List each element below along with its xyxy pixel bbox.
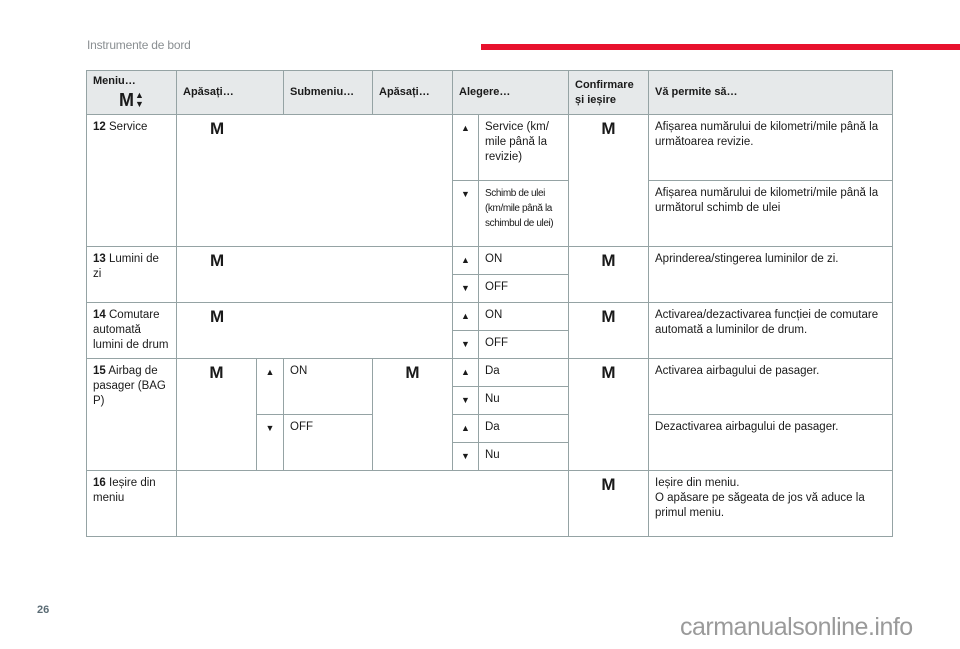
choice-text: Da [477, 414, 570, 443]
confirm-m-cell: M [568, 246, 650, 303]
m-button-icon: M [601, 363, 616, 382]
page-number: 26 [37, 604, 50, 616]
table-row: 12 Service M ▲ Service (km/ mile până la… [86, 114, 894, 247]
arrow-down-icon: ▼ [452, 180, 479, 247]
table-row: 13 Lumini de zi M ▲ ON M Aprinderea/stin… [86, 246, 894, 303]
submenu-text: OFF [283, 414, 373, 471]
press-m-cell: M [176, 246, 453, 303]
description: Aprinderea/stingerea luminilor de zi. [648, 246, 894, 303]
m-button-icon: M [210, 119, 225, 138]
header-menu: Meniu… M ▲ ▼ [86, 70, 177, 115]
confirm-m-cell: M [568, 302, 650, 359]
menu-table: Meniu… M ▲ ▼ Apăsați… Submeniu… Apăsați… … [86, 70, 894, 537]
press-m-cell: M [176, 114, 453, 247]
menu-item-daylights: 13 Lumini de zi [86, 246, 177, 303]
menu-number: 16 [93, 477, 106, 489]
press-m-cell: M [372, 358, 453, 471]
table-row: 16 Ieșire din meniu M Ieșire din meniu. … [86, 470, 894, 537]
menu-item-exit: 16 Ieșire din meniu [86, 470, 177, 537]
empty-cell [175, 470, 570, 537]
header-press-1: Apăsați… [176, 70, 284, 115]
choice-text: Da [477, 358, 570, 387]
choice-text: ON [477, 302, 570, 331]
arrow-up-icon: ▲ [452, 414, 479, 443]
choice-text: Nu [477, 386, 570, 415]
menu-item-service: 12 Service [86, 114, 177, 247]
arrow-up-icon: ▲ [452, 246, 479, 275]
m-button-icon: M [210, 307, 225, 326]
choice-text: Service (km/ mile până la revizie) [477, 114, 570, 181]
menu-number: 15 [93, 365, 106, 377]
description-line: O apăsare pe săgeata de jos vă aduce la … [655, 492, 865, 519]
arrow-up-icon: ▲ [452, 114, 479, 181]
m-button-icon: M [601, 475, 616, 494]
arrow-down-icon: ▼ [452, 330, 479, 359]
header-choice: Alegere… [451, 70, 570, 115]
description: Afișarea numărului de kilometri/mile pân… [648, 114, 894, 181]
submenu-text: ON [283, 358, 373, 415]
menu-number: 12 [93, 121, 106, 133]
press-m-cell: M [176, 358, 257, 471]
arrow-down-icon: ▼ [452, 386, 479, 415]
choice-text: OFF [477, 330, 570, 359]
m-button-icon: M [601, 119, 616, 138]
table-row: 14 Comutare automată lumini de drum M ▲ … [86, 302, 894, 359]
table-header-row: Meniu… M ▲ ▼ Apăsați… Submeniu… Apăsați… … [86, 70, 894, 115]
m-button-icon: M [210, 251, 225, 270]
table-row: 15 Airbag de pasager (BAG P) M ▲ ON M ▲ … [86, 358, 894, 471]
menu-item-passenger-airbag: 15 Airbag de pasager (BAG P) [86, 358, 177, 471]
confirm-m-cell: M [568, 358, 650, 471]
arrow-up-icon: ▲ [452, 358, 479, 387]
confirm-m-cell: M [568, 470, 650, 537]
m-button-icon: M [405, 363, 420, 382]
description: Dezactivarea airbagului de pasager. [648, 414, 894, 471]
header-allows: Vă permite să… [648, 70, 894, 115]
watermark: carmanualsonline.info [680, 613, 913, 641]
section-title: Instrumente de bord [87, 38, 191, 52]
header-submenu: Submeniu… [283, 70, 373, 115]
choice-text: Schimb de ulei (km/mile până la schimbul… [477, 180, 570, 247]
choice-text: Nu [477, 442, 570, 471]
arrow-down-icon: ▼ [135, 99, 144, 109]
m-button-icon: M [601, 307, 616, 326]
description: Activarea airbagului de pasager. [648, 358, 894, 415]
description: Afișarea numărului de kilometri/mile pân… [648, 180, 894, 247]
arrow-up-icon: ▲ [256, 358, 284, 415]
choice-text: ON [477, 246, 570, 275]
description-line: Ieșire din meniu. [655, 477, 740, 489]
menu-label: Service [109, 121, 148, 133]
header-menu-label: Meniu… [93, 75, 136, 87]
description: Ieșire din meniu. O apăsare pe săgeata d… [648, 470, 894, 537]
arrow-down-icon: ▼ [452, 274, 479, 303]
menu-number: 13 [93, 253, 106, 265]
arrow-down-icon: ▼ [452, 442, 479, 471]
menu-number: 14 [93, 309, 106, 321]
choice-text: OFF [477, 274, 570, 303]
m-button-icon: M [119, 89, 135, 110]
arrow-up-icon: ▲ [452, 302, 479, 331]
header-press-2: Apăsați… [372, 70, 453, 115]
menu-item-auto-high-beam: 14 Comutare automată lumini de drum [86, 302, 177, 359]
header-confirm: Confirmare și ieșire [568, 70, 650, 115]
confirm-m-cell: M [568, 114, 650, 247]
description: Activarea/dezactivarea funcției de comut… [648, 302, 894, 359]
m-up-down-icon: M ▲ ▼ [93, 91, 170, 109]
press-m-cell: M [176, 302, 453, 359]
m-button-icon: M [209, 363, 224, 382]
section-accent-bar [481, 44, 960, 50]
m-button-icon: M [601, 251, 616, 270]
arrow-down-icon: ▼ [256, 414, 284, 471]
